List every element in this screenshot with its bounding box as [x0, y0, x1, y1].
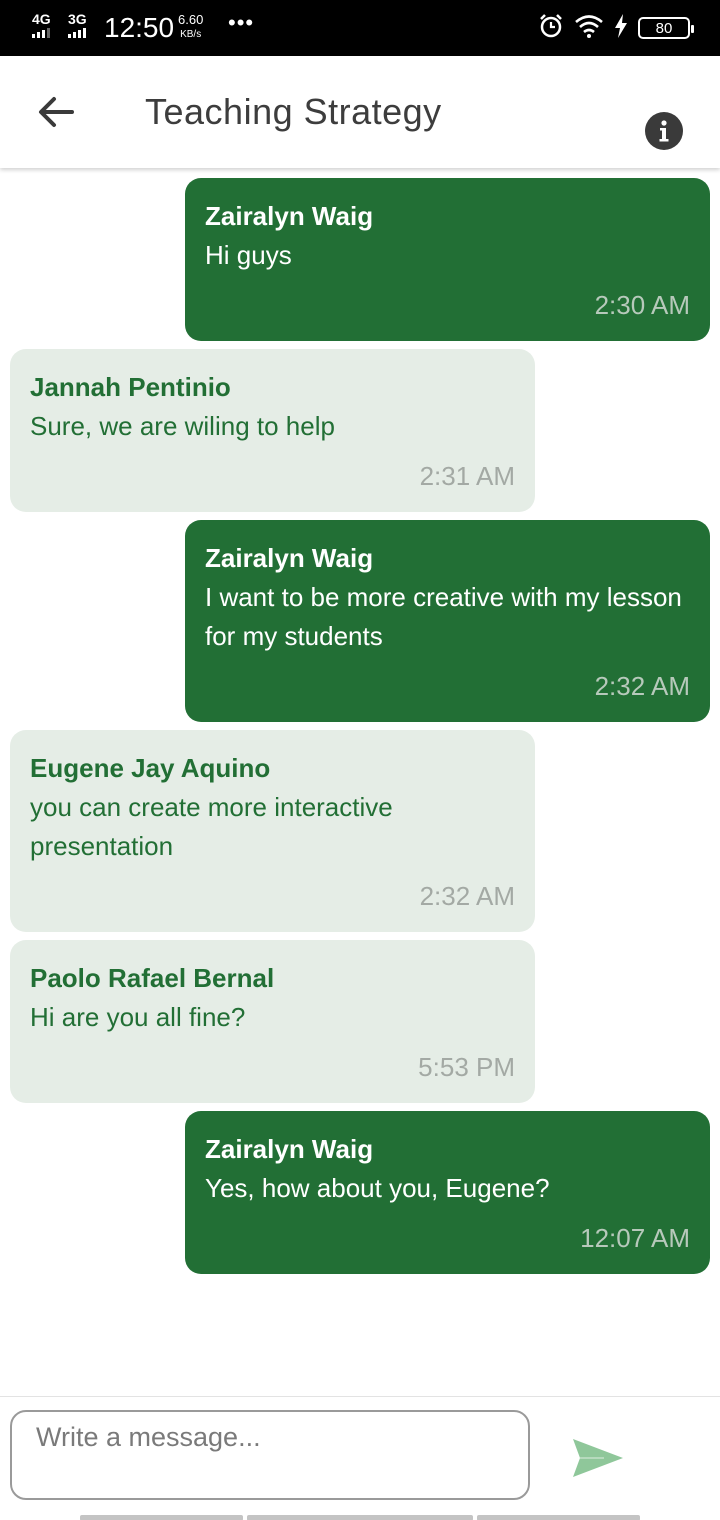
- message-sender: Zairalyn Waig: [205, 201, 374, 231]
- signal-bars-icon: [68, 28, 86, 38]
- message-text: Hi are you all fine?: [30, 1002, 246, 1032]
- keyboard-hint-bar: [477, 1515, 640, 1520]
- message-bubble-incoming[interactable]: Jannah Pentinio Sure, we are wiling to h…: [10, 349, 535, 512]
- info-icon: [659, 120, 669, 142]
- message-text: Hi guys: [205, 240, 292, 270]
- network-speed: 6.60 KB/s: [178, 12, 203, 42]
- message-input[interactable]: [10, 1410, 530, 1500]
- status-time: 12:50: [104, 12, 175, 43]
- signal-bars-icon: [32, 28, 50, 38]
- message-bubble-outgoing[interactable]: Zairalyn Waig Yes, how about you, Eugene…: [185, 1111, 710, 1274]
- page-title: Teaching Strategy: [145, 91, 442, 132]
- charging-icon: [614, 13, 628, 43]
- message-bubble-incoming[interactable]: Paolo Rafael Bernal Hi are you all fine?…: [10, 940, 535, 1103]
- message-text: you can create more interactive presenta…: [30, 792, 393, 861]
- send-button[interactable]: [570, 1437, 626, 1481]
- arrow-left-icon: [39, 97, 74, 127]
- message-sender: Eugene Jay Aquino: [30, 753, 271, 783]
- message-time: 2:32 AM: [594, 671, 690, 701]
- wifi-icon: [574, 14, 604, 43]
- battery-level: 80: [638, 17, 694, 39]
- message-time: 5:53 PM: [418, 1052, 515, 1082]
- send-icon: [573, 1439, 623, 1477]
- network-4g-label: 4G: [32, 11, 51, 27]
- message-sender: Paolo Rafael Bernal: [30, 963, 275, 993]
- network-3g-label: 3G: [68, 11, 87, 27]
- more-notifications-icon: •••: [228, 10, 255, 35]
- message-bubble-incoming[interactable]: Eugene Jay Aquino you can create more in…: [10, 730, 535, 932]
- keyboard-hint-bar: [80, 1515, 243, 1520]
- message-sender: Zairalyn Waig: [205, 543, 374, 573]
- network-speed-value: 6.60: [178, 12, 204, 27]
- message-text: Sure, we are wiling to help: [30, 411, 335, 441]
- message-text: I want to be more creative with my lesso…: [205, 582, 682, 651]
- message-time: 2:31 AM: [419, 461, 515, 491]
- network-speed-unit: KB/s: [180, 29, 202, 40]
- message-time: 12:07 AM: [580, 1223, 690, 1253]
- info-button[interactable]: [645, 112, 683, 150]
- message-bubble-outgoing[interactable]: Zairalyn Waig I want to be more creative…: [185, 520, 710, 722]
- status-bar: 4G 3G 12:50 6.60 KB/s ••• 80: [0, 0, 720, 56]
- message-bubble-outgoing[interactable]: Zairalyn Waig Hi guys 2:30 AM: [185, 178, 710, 341]
- alarm-icon: [538, 13, 564, 44]
- app-bar: Teaching Strategy: [0, 56, 720, 168]
- message-list[interactable]: Zairalyn Waig Hi guys 2:30 AM Jannah Pen…: [0, 168, 720, 1396]
- message-time: 2:32 AM: [419, 881, 515, 911]
- message-sender: Zairalyn Waig: [205, 1134, 374, 1164]
- message-sender: Jannah Pentinio: [30, 372, 231, 402]
- message-time: 2:30 AM: [594, 290, 690, 320]
- message-composer: [0, 1396, 720, 1520]
- message-text: Yes, how about you, Eugene?: [205, 1173, 550, 1203]
- keyboard-hint-bar: [247, 1515, 473, 1520]
- back-button[interactable]: [28, 84, 84, 140]
